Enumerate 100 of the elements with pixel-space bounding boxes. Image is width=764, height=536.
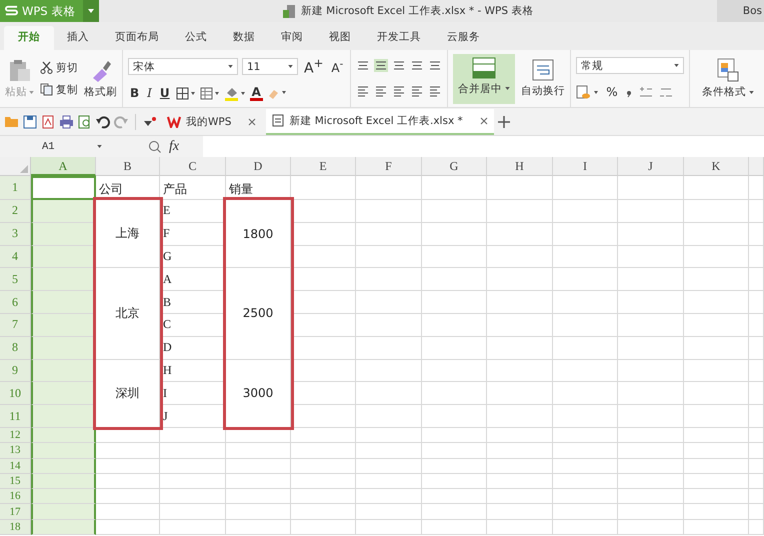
table-cell (422, 336, 487, 360)
row-header[interactable]: 6 (0, 291, 31, 314)
row-header[interactable]: 8 (0, 336, 31, 360)
table-cell (422, 443, 487, 459)
format-painter-button[interactable]: 格式刷 (84, 85, 117, 99)
align-icon[interactable] (356, 58, 370, 72)
menu-tab[interactable]: 数据 (220, 26, 268, 50)
table-cell (226, 443, 291, 459)
column-header[interactable]: H (487, 157, 553, 176)
row-header[interactable]: 12 (0, 428, 31, 444)
row-header[interactable]: 15 (0, 474, 31, 490)
row-header[interactable]: 3 (0, 222, 31, 246)
menu-tab[interactable]: 开始 (4, 26, 54, 50)
align-icon[interactable] (392, 58, 406, 72)
save-icon[interactable] (23, 114, 37, 128)
dropdown-button[interactable] (83, 0, 100, 22)
column-header[interactable]: K (684, 157, 749, 176)
table-cell (31, 489, 96, 504)
column-header[interactable]: B (96, 157, 160, 176)
align-icon[interactable] (410, 85, 424, 98)
row-header[interactable]: 7 (0, 314, 31, 337)
row-header[interactable]: 5 (0, 268, 31, 292)
number-format-dropdown[interactable]: 常规 (576, 57, 684, 74)
align-icon[interactable] (428, 58, 442, 72)
align-center-icon[interactable] (374, 58, 388, 72)
column-header[interactable]: I (553, 157, 618, 176)
table-cell (31, 382, 96, 406)
conditional-format-button[interactable]: 条件格式 (702, 85, 754, 99)
row-header[interactable]: 11 (0, 405, 31, 428)
row-header[interactable]: 2 (0, 200, 31, 223)
table-cell (291, 405, 356, 428)
menu-tab[interactable]: 插入 (54, 26, 102, 50)
spreadsheet-icon (272, 114, 284, 127)
name-box[interactable]: A1 (0, 137, 106, 156)
menu-tab[interactable]: 云服务 (434, 26, 493, 50)
row-header[interactable]: 18 (0, 520, 31, 536)
row-header[interactable]: 1 (0, 176, 31, 200)
align-icon[interactable] (374, 85, 388, 98)
decrease-font-button[interactable]: A$^{-}$ (329, 58, 346, 75)
table-cell: 产品 (160, 176, 226, 200)
align-icon[interactable] (356, 85, 370, 98)
menu-tab[interactable]: 审阅 (268, 26, 316, 50)
row-header[interactable]: 10 (0, 382, 31, 406)
table-cell (226, 458, 291, 474)
document-tab[interactable]: 新建 Microsoft Excel 工作表.xlsx * (266, 108, 494, 134)
menu-tab[interactable]: 页面布局 (102, 26, 172, 50)
column-header[interactable]: C (160, 157, 226, 176)
column-header[interactable]: F (356, 157, 422, 176)
fill-color-icon[interactable] (224, 86, 246, 101)
align-icon[interactable] (410, 58, 424, 72)
align-icon[interactable] (428, 85, 442, 98)
column-header[interactable]: G (422, 157, 487, 176)
borders-icon[interactable] (176, 86, 196, 100)
pdf-icon[interactable] (41, 114, 55, 128)
underline-button[interactable]: U (158, 86, 172, 100)
preview-icon[interactable] (78, 114, 92, 128)
row-header[interactable]: 13 (0, 443, 31, 459)
wrap-text-button[interactable]: 自动换行 (521, 84, 566, 98)
currency-icon[interactable] (576, 84, 600, 100)
merge-center-button[interactable]: 合并居中 (453, 54, 516, 104)
table-cell (356, 314, 422, 337)
percent-button[interactable]: % (604, 85, 620, 100)
user-button[interactable]: Bos (716, 0, 764, 22)
table-cell (749, 504, 764, 520)
column-header[interactable]: A (31, 157, 96, 176)
font-size-dropdown[interactable]: 11 (242, 58, 298, 76)
copy-button[interactable]: 复制 (40, 82, 78, 96)
add-tab-icon[interactable] (498, 116, 510, 128)
font-dropdown[interactable]: 宋体 (128, 58, 238, 76)
font-color-button[interactable]: A (250, 86, 263, 101)
row-header[interactable]: 16 (0, 489, 31, 504)
close-icon[interactable] (480, 116, 488, 124)
formula-field[interactable] (203, 136, 764, 157)
table-cell (291, 314, 356, 337)
column-header[interactable]: J (618, 157, 684, 176)
row-header[interactable]: 9 (0, 360, 31, 382)
print-icon[interactable] (59, 114, 74, 128)
row-header[interactable]: 17 (0, 504, 31, 520)
column-header[interactable]: E (291, 157, 356, 176)
table-style-icon[interactable] (200, 86, 220, 100)
bold-button[interactable]: B (128, 86, 142, 100)
align-icon[interactable] (392, 85, 406, 98)
row-header[interactable]: 4 (0, 246, 31, 268)
undo-icon[interactable] (96, 114, 110, 128)
row-header[interactable]: 14 (0, 458, 31, 474)
table-cell (160, 458, 226, 474)
customize-icon[interactable] (143, 116, 157, 128)
increase-font-button[interactable]: A$^{+}$ (302, 56, 326, 77)
column-header[interactable]: D (226, 157, 291, 176)
italic-button[interactable]: I (145, 86, 154, 100)
menu-tab[interactable]: 公式 (172, 26, 220, 50)
menu-tab[interactable]: 视图 (316, 26, 364, 50)
close-icon[interactable] (248, 118, 256, 126)
table-cell (291, 489, 356, 504)
menu-tab[interactable]: 开发工具 (364, 26, 434, 50)
search-icon[interactable] (148, 140, 161, 153)
cut-button[interactable]: 剪切 (40, 60, 78, 74)
document-tab[interactable]: 我的WPS (161, 108, 262, 134)
function-button[interactable]: fx (169, 138, 199, 154)
table-cell (422, 360, 487, 382)
